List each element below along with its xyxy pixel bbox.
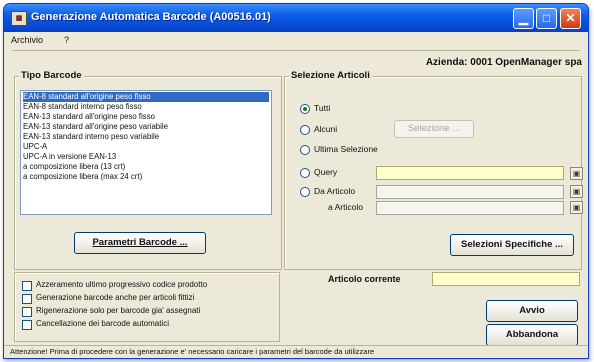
radio-query-label: Query <box>314 167 338 177</box>
checkbox-fittizi[interactable] <box>22 294 32 304</box>
checkbox-cancellazione[interactable] <box>22 320 32 330</box>
company-label: Azienda: 0001 OpenManager spa <box>425 57 582 68</box>
list-item[interactable]: UPC-A <box>23 142 269 152</box>
title-bar[interactable]: ▦ Generazione Automatica Barcode (A00516… <box>4 4 588 32</box>
list-item[interactable]: a composizione libera (13 crt) <box>23 162 269 172</box>
list-item[interactable]: EAN-13 standard all'origine peso variabi… <box>23 122 269 132</box>
close-button[interactable]: ✕ <box>560 8 581 29</box>
menu-bar: Archivio ? <box>4 32 588 50</box>
barcode-type-list[interactable]: EAN-8 standard all'origine peso fisso EA… <box>20 90 272 215</box>
selezione-button[interactable]: Selezione ... <box>394 120 474 138</box>
a-articolo-field[interactable] <box>376 201 564 215</box>
da-articolo-field[interactable] <box>376 185 564 199</box>
lookup-icon[interactable]: ▣ <box>570 201 583 214</box>
divider <box>12 50 580 51</box>
abbandona-button[interactable]: Abbandona <box>486 324 578 346</box>
query-field[interactable] <box>376 166 564 180</box>
radio-alcuni-label: Alcuni <box>314 124 338 134</box>
minimize-button[interactable]: ▁ <box>513 8 534 29</box>
radio-ultima-selezione[interactable] <box>300 145 310 155</box>
list-item[interactable]: EAN-8 standard interno peso fisso <box>23 102 269 112</box>
checkbox-azzeramento-label: Azzeramento ultimo progressivo codice pr… <box>36 280 208 289</box>
tipo-barcode-label: Tipo Barcode <box>19 70 84 81</box>
radio-tutti[interactable] <box>300 104 310 114</box>
articolo-corrente-field <box>432 272 580 286</box>
parametri-barcode-button[interactable]: Parametri Barcode ... <box>74 232 206 254</box>
articolo-corrente-label: Articolo corrente <box>328 274 401 284</box>
radio-tutti-label: Tutti <box>314 103 331 113</box>
selezioni-specifiche-button[interactable]: Selezioni Specifiche ... <box>450 234 574 256</box>
close-icon: ✕ <box>565 11 576 25</box>
checkbox-fittizi-label: Generazione barcode anche per articoli f… <box>36 293 195 302</box>
app-icon: ▦ <box>11 11 27 26</box>
menu-archivio[interactable]: Archivio <box>11 35 43 45</box>
window-title: Generazione Automatica Barcode (A00516.0… <box>31 11 271 23</box>
list-item[interactable]: EAN-8 standard all'origine peso fisso <box>23 92 269 102</box>
radio-query[interactable] <box>300 168 310 178</box>
checkbox-rigenerazione[interactable] <box>22 307 32 317</box>
radio-alcuni[interactable] <box>300 125 310 135</box>
checkbox-rigenerazione-label: Rigenerazione solo per barcode gia' asse… <box>36 306 201 315</box>
a-articolo-label: a Articolo <box>328 202 363 212</box>
avvio-button[interactable]: Avvio <box>486 300 578 322</box>
radio-da-articolo[interactable] <box>300 187 310 197</box>
list-item[interactable]: UPC-A in versione EAN-13 <box>23 152 269 162</box>
list-item[interactable]: a composizione libera (max 24 crt) <box>23 172 269 182</box>
radio-ultima-selezione-label: Ultima Selezione <box>314 144 378 154</box>
checkbox-azzeramento[interactable] <box>22 281 32 291</box>
list-item[interactable]: EAN-13 standard interno peso variabile <box>23 132 269 142</box>
menu-help[interactable]: ? <box>64 35 69 45</box>
lookup-icon[interactable]: ▣ <box>570 167 583 180</box>
list-item[interactable]: EAN-13 standard all'origine peso fisso <box>23 112 269 122</box>
main-window: ▦ Generazione Automatica Barcode (A00516… <box>3 3 589 359</box>
radio-da-articolo-label: Da Articolo <box>314 186 356 196</box>
lookup-icon[interactable]: ▣ <box>570 185 583 198</box>
maximize-button[interactable]: □ <box>536 8 557 29</box>
selezione-articoli-label: Selezione Articoli <box>289 70 372 81</box>
checkbox-cancellazione-label: Cancellazione dei barcode automatici <box>36 319 169 328</box>
status-bar: Attenzione! Prima di procedere con la ge… <box>4 345 588 358</box>
